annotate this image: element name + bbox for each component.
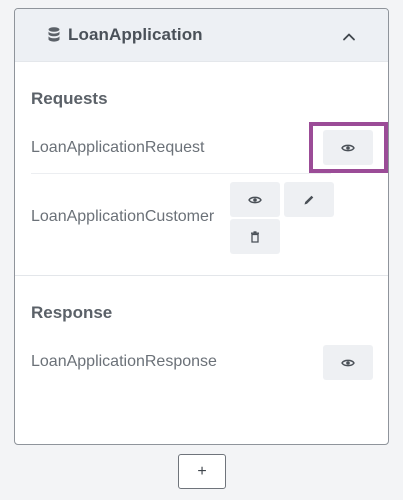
row-divider bbox=[31, 173, 331, 174]
trash-icon bbox=[251, 230, 259, 243]
panel-header[interactable]: LoanApplication bbox=[15, 9, 388, 62]
add-button[interactable]: + bbox=[178, 454, 226, 489]
panel-title: LoanApplication bbox=[68, 25, 203, 44]
delete-customer-button[interactable] bbox=[230, 219, 280, 254]
eye-icon bbox=[248, 196, 262, 203]
section-divider bbox=[15, 275, 388, 276]
view-customer-button[interactable] bbox=[230, 182, 280, 217]
requests-heading: Requests bbox=[31, 89, 108, 108]
view-response-button[interactable] bbox=[323, 345, 373, 380]
eye-icon bbox=[341, 144, 355, 151]
request-item-label: LoanApplicationRequest bbox=[31, 139, 205, 156]
pencil-icon bbox=[304, 195, 314, 204]
collapse-button[interactable] bbox=[337, 25, 361, 47]
response-heading: Response bbox=[31, 303, 113, 322]
view-request-button[interactable] bbox=[323, 130, 373, 165]
eye-icon bbox=[341, 359, 355, 366]
request-item-label: LoanApplicationCustomer bbox=[31, 208, 215, 225]
chevron-up-icon bbox=[343, 33, 355, 40]
database-icon bbox=[48, 27, 60, 42]
response-item-label: LoanApplicationResponse bbox=[31, 353, 217, 370]
edit-customer-button[interactable] bbox=[284, 182, 334, 217]
loan-application-panel: LoanApplication Requests LoanApplication… bbox=[14, 8, 389, 445]
